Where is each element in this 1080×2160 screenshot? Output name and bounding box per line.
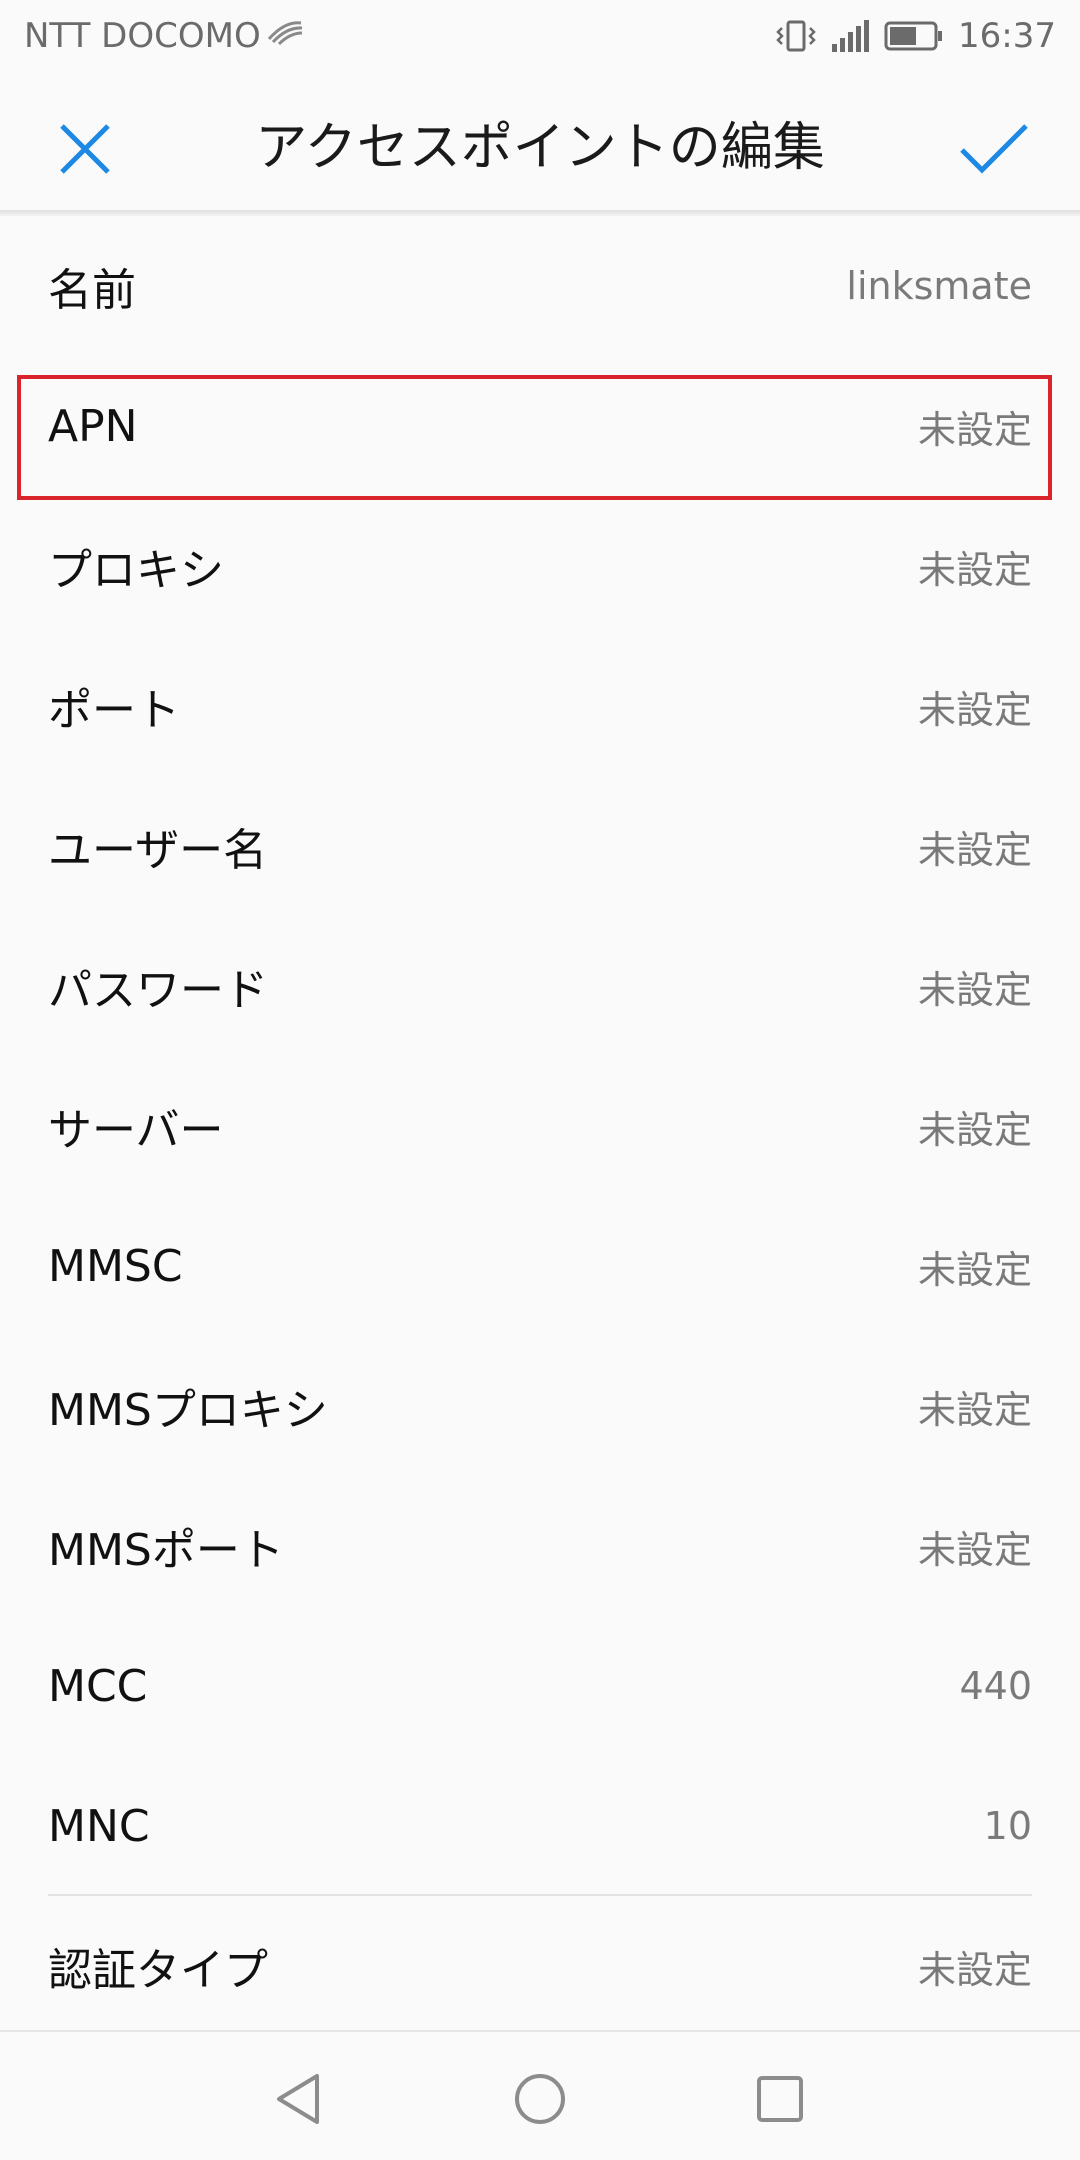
field-row-auth-type[interactable]: 認証タイプ 未設定 [0,1896,1080,2036]
home-button[interactable] [505,2064,575,2134]
field-label: サーバー [48,1105,224,1156]
field-row-mcc[interactable]: MCC 440 [0,1616,1080,1756]
field-row-mmsc[interactable]: MMSC 未設定 [0,1196,1080,1336]
close-icon [60,124,110,174]
field-value: 未設定 [917,1247,1032,1292]
page-title: アクセスポイントの編集 [255,117,825,178]
field-row-port[interactable]: ポート 未設定 [0,636,1080,776]
swift-icon [265,16,305,56]
status-left: NTT DOCOMO [24,16,305,56]
battery-icon [884,20,944,52]
confirm-button[interactable] [956,112,1032,188]
check-icon [960,124,1028,174]
field-label: 認証タイプ [48,1945,268,1996]
field-value: 未設定 [917,1947,1032,1992]
field-row-server[interactable]: サーバー 未設定 [0,1056,1080,1196]
close-button[interactable] [50,114,120,184]
field-row-proxy[interactable]: プロキシ 未設定 [0,496,1080,636]
field-value: 未設定 [917,1527,1032,1572]
field-value: 未設定 [917,827,1032,872]
field-value: linksmate [846,264,1032,308]
field-value: 440 [959,1664,1032,1708]
carrier-name: NTT DOCOMO [24,16,261,56]
field-row-mms-proxy[interactable]: MMSプロキシ 未設定 [0,1336,1080,1476]
field-label: 名前 [48,265,136,316]
field-label: MMSC [48,1240,183,1292]
apn-edit-screen: NTT DOCOMO 16:37 アクセスポイントの編集 名前 linksmat… [0,0,1080,2160]
field-value: 未設定 [917,1107,1032,1152]
field-label: MCC [48,1660,148,1712]
navigation-bar [0,2030,1080,2160]
field-label: APN [48,400,138,452]
field-value: 未設定 [917,547,1032,592]
field-row-name[interactable]: 名前 linksmate [0,216,1080,356]
field-label: MMSプロキシ [48,1385,328,1436]
back-icon [277,2074,319,2124]
apn-field-list: 名前 linksmate APN 未設定 プロキシ 未設定 ポート 未設定 ユー… [0,216,1080,2036]
vibrate-icon [776,16,816,56]
field-value: 未設定 [917,967,1032,1012]
field-label: MMSポート [48,1525,284,1576]
field-row-password[interactable]: パスワード 未設定 [0,916,1080,1056]
status-bar: NTT DOCOMO 16:37 [0,0,1080,72]
field-label: MNC [48,1800,150,1852]
field-value: 10 [983,1804,1032,1848]
field-value: 未設定 [917,407,1032,452]
clock: 16:37 [958,16,1056,56]
back-button[interactable] [265,2064,335,2134]
status-right: 16:37 [776,16,1056,56]
field-row-mms-port[interactable]: MMSポート 未設定 [0,1476,1080,1616]
field-label: ユーザー名 [48,825,268,876]
field-label: パスワード [48,965,268,1016]
field-label: ポート [48,685,180,736]
field-row-mnc[interactable]: MNC 10 [0,1756,1080,1896]
toolbar: アクセスポイントの編集 [0,72,1080,212]
signal-icon [830,18,870,54]
field-value: 未設定 [917,687,1032,732]
field-row-apn[interactable]: APN 未設定 [0,356,1080,496]
field-label: プロキシ [48,545,224,596]
field-row-username[interactable]: ユーザー名 未設定 [0,776,1080,916]
recent-apps-icon [757,2076,803,2122]
field-value: 未設定 [917,1387,1032,1432]
home-icon [515,2074,565,2124]
recent-apps-button[interactable] [745,2064,815,2134]
list-divider [48,1894,1032,1896]
